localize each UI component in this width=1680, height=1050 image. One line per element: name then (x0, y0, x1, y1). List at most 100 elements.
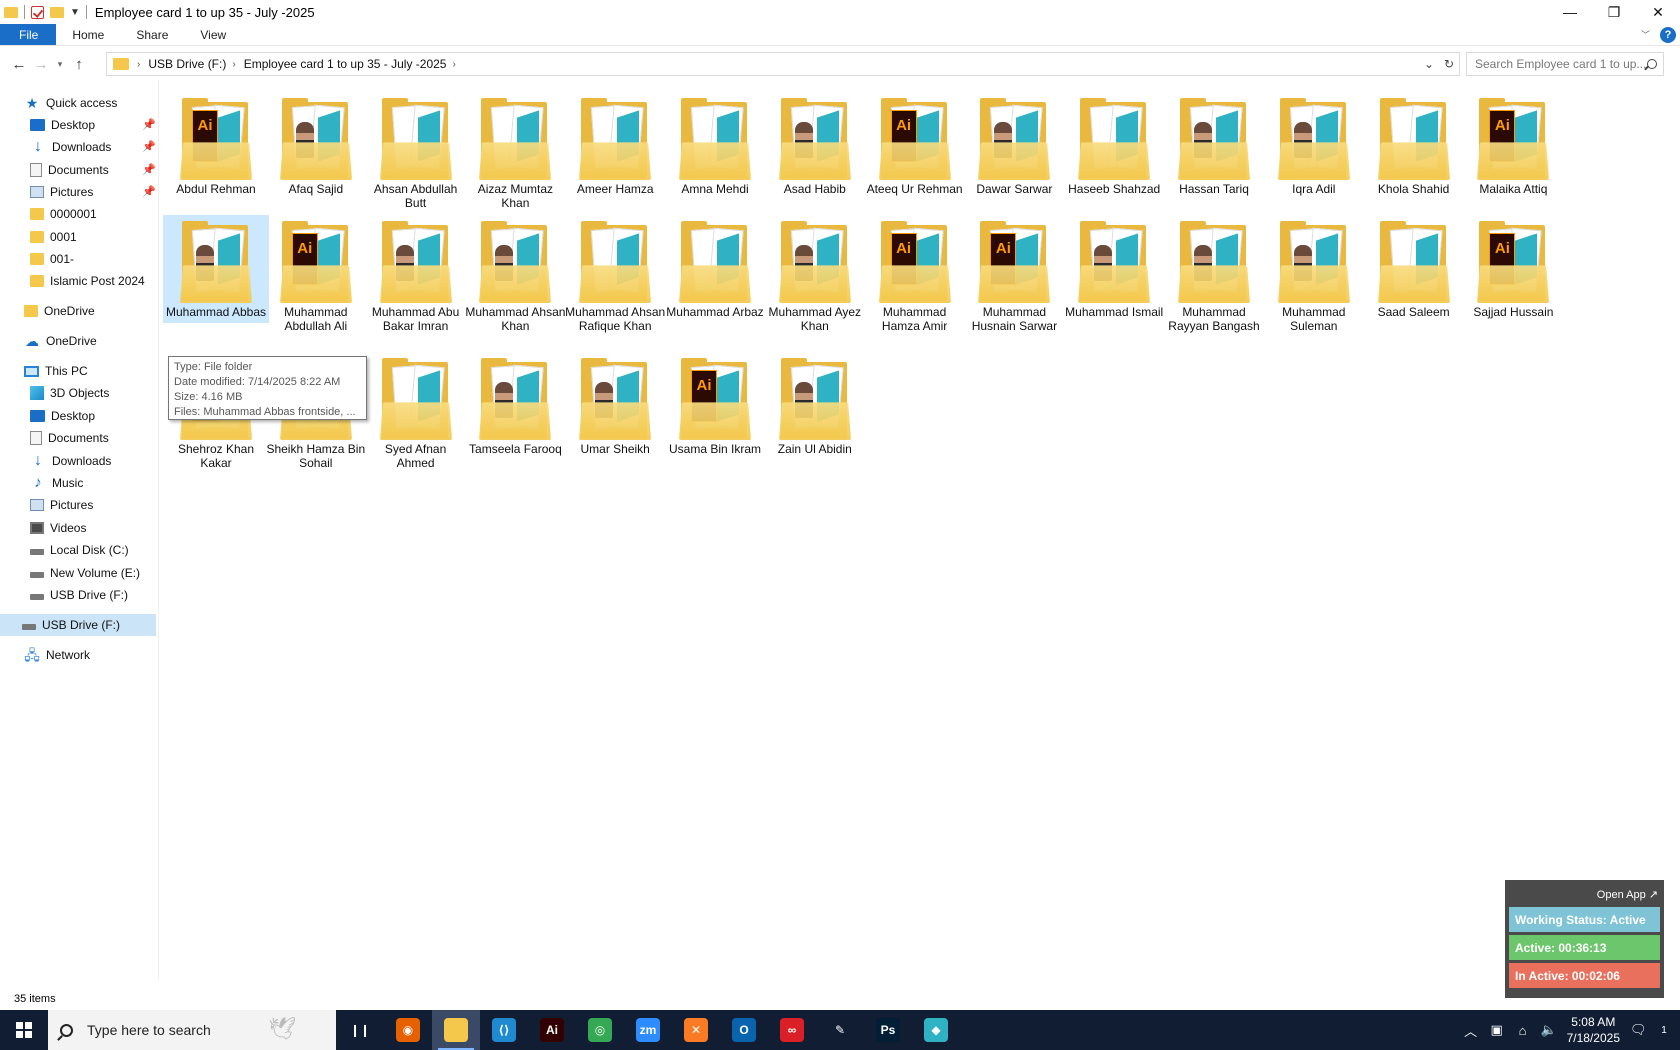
folder-item[interactable]: Ai Malaika Attiq (1460, 92, 1566, 200)
folder-item[interactable]: Syed Afnan Ahmed (363, 352, 469, 474)
sidebar-item-videos[interactable]: Videos (30, 517, 86, 539)
new-folder-icon[interactable] (50, 6, 64, 18)
folder-item[interactable]: Ai Ateeq Ur Rehman (862, 92, 968, 200)
illustrator-icon[interactable]: Ai (528, 1010, 576, 1050)
sidebar-item-desktop[interactable]: Desktop (30, 114, 95, 136)
tab-share[interactable]: Share (120, 24, 184, 45)
folder-item[interactable]: Ai Muhammad Hamza Amir (862, 215, 968, 337)
back-arrow-icon[interactable]: ← (8, 56, 30, 73)
breadcrumb-usb-drive[interactable]: USB Drive (F:) (148, 57, 226, 71)
sidebar-item-local-disk[interactable]: Local Disk (C:) (30, 539, 129, 561)
up-arrow-icon[interactable]: ↑ (68, 56, 90, 73)
folder-item[interactable]: Muhammad Ismail (1061, 215, 1167, 323)
pane-divider[interactable] (158, 80, 159, 980)
volume-icon[interactable]: 🔈 (1541, 1022, 1557, 1038)
minimize-button[interactable]: — (1548, 0, 1592, 24)
sidebar-item-new-volume[interactable]: New Volume (E:) (30, 562, 140, 584)
tab-file[interactable]: File (0, 24, 57, 45)
folder-item[interactable]: Tamseela Farooq (462, 352, 568, 460)
folder-item[interactable]: Iqra Adil (1261, 92, 1367, 200)
tab-view[interactable]: View (184, 24, 242, 45)
refresh-icon[interactable]: ↻ (1439, 57, 1459, 71)
breadcrumb-separator-icon[interactable]: › (137, 59, 140, 70)
outlook-icon[interactable]: O (720, 1010, 768, 1050)
pen-tool-icon[interactable]: ✎ (816, 1010, 864, 1050)
folder-item[interactable]: Muhammad Suleman (1261, 215, 1367, 337)
sidebar-item-3d-objects[interactable]: 3D Objects (30, 382, 109, 404)
close-button[interactable]: ✕ (1636, 0, 1680, 24)
network-status-icon[interactable]: ⌂ (1515, 1023, 1531, 1038)
breadcrumb-separator-icon[interactable]: › (452, 59, 455, 70)
sidebar-item-usb-drive[interactable]: USB Drive (F:) (22, 614, 120, 636)
address-history-chevron-icon[interactable]: ⌄ (1419, 57, 1439, 71)
sidebar-item-pc-usb-drive[interactable]: USB Drive (F:) (30, 584, 128, 606)
folder-item[interactable]: Ahsan Abdullah Butt (363, 92, 469, 214)
sidebar-item-pc-downloads[interactable]: ↓ Downloads (30, 450, 111, 472)
xampp-icon[interactable]: ✕ (672, 1010, 720, 1050)
folder-item[interactable]: Zain Ul Abidin (762, 352, 868, 460)
restore-button[interactable]: ❐ (1592, 0, 1636, 24)
properties-icon[interactable] (31, 5, 44, 19)
device-icon[interactable]: ▣ (1489, 1022, 1505, 1038)
folder-item[interactable]: Ai Muhammad Husnain Sarwar (961, 215, 1067, 337)
sidebar-item-quick-access[interactable]: ★ Quick access (24, 92, 118, 114)
folder-item[interactable]: Ai Abdul Rehman (163, 92, 269, 200)
sidebar-item-documents[interactable]: Documents (30, 159, 109, 181)
sidebar-item-onedrive[interactable]: ☁ OneDrive (24, 330, 97, 352)
folder-item[interactable]: Muhammad Ahsan Rafique Khan (562, 215, 668, 337)
tracker-app-icon[interactable]: ◆ (912, 1010, 960, 1050)
folder-item[interactable]: Muhammad Ahsan Khan (462, 215, 568, 337)
address-bar[interactable]: › USB Drive (F:) › Employee card 1 to up… (106, 52, 1460, 76)
firefox-icon[interactable]: ◉ (384, 1010, 432, 1050)
folder-item[interactable]: Ameer Hamza (562, 92, 668, 200)
task-view-icon[interactable]: ❙❙ (336, 1010, 384, 1050)
show-hidden-icons-chevron-icon[interactable]: ︿ (1463, 1021, 1479, 1040)
sidebar-item-downloads[interactable]: ↓ Downloads (30, 136, 111, 158)
folder-item[interactable]: Amna Mehdi (662, 92, 768, 200)
folder-item[interactable]: Muhammad Rayyan Bangash (1161, 215, 1267, 337)
folder-item[interactable]: Muhammad Abu Bakar Imran (363, 215, 469, 337)
sidebar-item-pc-documents[interactable]: Documents (30, 427, 109, 449)
customize-toolbar-chevron-icon[interactable]: ▼ (70, 7, 80, 18)
sidebar-item-0001[interactable]: 0001 (30, 226, 77, 248)
folder-item[interactable]: Hassan Tariq (1161, 92, 1267, 200)
folder-item[interactable]: Dawar Sarwar (961, 92, 1067, 200)
sidebar-item-pc-pictures[interactable]: Pictures (30, 494, 93, 516)
chrome-icon[interactable]: ◎ (576, 1010, 624, 1050)
folder-item[interactable]: Asad Habib (762, 92, 868, 200)
folder-item[interactable]: Muhammad Arbaz (662, 215, 768, 323)
file-explorer-icon[interactable] (432, 1010, 480, 1050)
sidebar-item-network[interactable]: 🖧 Network (24, 644, 90, 666)
folder-item[interactable]: Ai Usama Bin Ikram (662, 352, 768, 460)
notification-center-icon[interactable]: 🗨 (1630, 1022, 1647, 1038)
zoom-icon[interactable]: zm (624, 1010, 672, 1050)
search-input[interactable]: Search Employee card 1 to up... (1466, 52, 1664, 76)
breadcrumb-separator-icon[interactable]: › (232, 59, 235, 70)
folder-item[interactable]: Muhammad Abbas (163, 215, 269, 323)
clock[interactable]: 5:08 AM 7/18/2025 (1567, 1014, 1620, 1046)
breadcrumb-current-folder[interactable]: Employee card 1 to up 35 - July -2025 (244, 57, 447, 71)
sidebar-item-onedrive-personal[interactable]: OneDrive (24, 300, 95, 322)
folder-item[interactable]: Aizaz Mumtaz Khan (462, 92, 568, 214)
taskbar-search-box[interactable]: Type here to search 🕊 (48, 1010, 336, 1050)
open-app-link[interactable]: Open App ↗ (1509, 884, 1660, 904)
folder-item[interactable]: Haseeb Shahzad (1061, 92, 1167, 200)
start-button[interactable] (0, 1010, 48, 1050)
folder-item[interactable]: Ai Muhammad Abdullah Ali (263, 215, 369, 337)
forward-arrow-icon[interactable]: → (30, 56, 52, 73)
file-list-view[interactable]: Ai Abdul Rehman Afaq Sajid Ahsan Abdullah B… (163, 92, 1670, 982)
folder-item[interactable]: Ai Sajjad Hussain (1460, 215, 1566, 323)
expand-ribbon-chevron-icon[interactable]: ﹀ (1641, 28, 1650, 41)
folder-item[interactable]: Muhammad Ayez Khan (762, 215, 868, 337)
folder-item[interactable]: Umar Sheikh (562, 352, 668, 460)
sidebar-item-this-pc[interactable]: This PC (24, 360, 88, 382)
photoshop-icon[interactable]: Ps (864, 1010, 912, 1050)
sidebar-item-islamic-post[interactable]: Islamic Post 2024 (30, 270, 145, 292)
tab-home[interactable]: Home (56, 24, 120, 45)
sidebar-item-pc-desktop[interactable]: Desktop (30, 405, 95, 427)
vscode-icon[interactable]: ⟨⟩ (480, 1010, 528, 1050)
sidebar-item-001[interactable]: 001- (30, 248, 74, 270)
recent-locations-chevron-icon[interactable]: ▾ (52, 59, 68, 70)
sidebar-item-music[interactable]: ♪ Music (30, 472, 83, 494)
help-icon[interactable]: ? (1660, 26, 1676, 43)
